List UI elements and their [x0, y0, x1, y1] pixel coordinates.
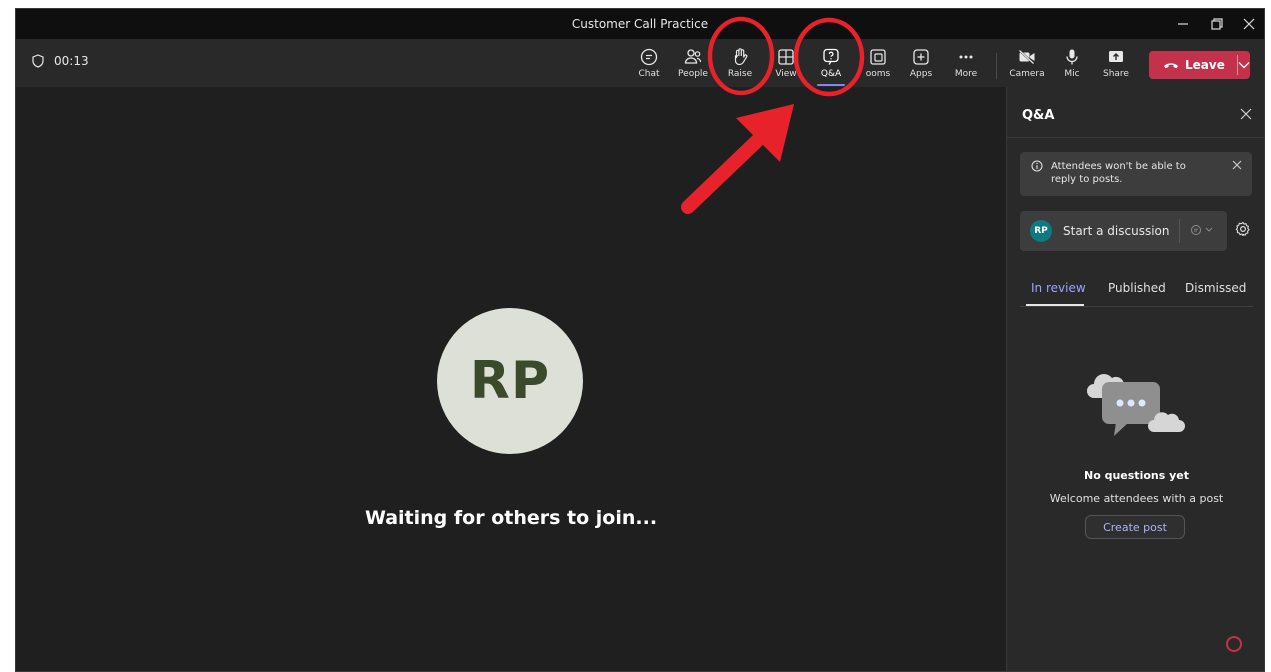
raise-hand-button[interactable]: Raise [718, 44, 762, 84]
title-bar: Customer Call Practice [16, 9, 1264, 39]
chat-button[interactable]: Chat [627, 44, 671, 84]
close-window-button[interactable] [1232, 9, 1264, 39]
apps-icon [913, 49, 929, 65]
camera-button[interactable]: Camera [1005, 44, 1049, 84]
camera-off-icon [1018, 49, 1035, 65]
qa-settings-button[interactable] [1235, 221, 1251, 241]
chat-bubble-icon [1191, 225, 1201, 235]
tabs-divider [1020, 306, 1253, 307]
rooms-label: ooms [865, 69, 891, 79]
close-panel-button[interactable] [1240, 105, 1252, 124]
leave-button[interactable]: Leave [1149, 51, 1250, 79]
tab-published[interactable]: Published [1108, 281, 1166, 295]
more-button[interactable]: More [944, 44, 988, 84]
qa-label: Q&A [820, 69, 842, 79]
minimize-icon [1178, 23, 1188, 25]
chat-icon [640, 48, 658, 66]
chat-label: Chat [638, 69, 660, 79]
close-icon [1240, 108, 1252, 120]
mic-button[interactable]: Mic [1050, 44, 1094, 84]
leave-options-button[interactable] [1238, 61, 1250, 69]
panel-title: Q&A [1022, 108, 1055, 123]
recording-indicator [1226, 636, 1242, 652]
minimize-button[interactable] [1166, 9, 1200, 39]
close-icon [1232, 160, 1242, 170]
close-icon [1243, 18, 1255, 30]
post-type-picker[interactable] [1190, 224, 1213, 236]
teams-meeting-window: Customer Call Practice 00:13 Chat People… [15, 8, 1265, 672]
restore-icon [1211, 18, 1223, 30]
meeting-toolbar: 00:13 Chat People Raise View Q&A ooms Ap… [16, 39, 1264, 87]
qa-button[interactable]: Q&A [809, 44, 853, 86]
meeting-stage: RP Waiting for others to join... [16, 87, 1006, 671]
create-post-button[interactable]: Create post [1085, 515, 1185, 539]
hang-up-icon [1164, 63, 1178, 69]
share-label: Share [1103, 69, 1129, 79]
share-button[interactable]: Share [1094, 44, 1138, 84]
empty-state-subtitle: Welcome attendees with a post [1049, 492, 1224, 505]
people-label: People [678, 69, 708, 79]
qa-panel: Q&A Attendees won't be able to reply to … [1006, 87, 1264, 671]
discussion-placeholder: Start a discussion [1063, 224, 1170, 238]
participant-avatar: RP [437, 308, 583, 454]
microphone-icon [1066, 49, 1078, 65]
people-icon [684, 49, 702, 64]
view-label: View [775, 69, 797, 79]
apps-label: Apps [909, 69, 933, 79]
hand-icon [734, 48, 748, 66]
chevron-down-icon [1205, 227, 1213, 232]
leave-label: Leave [1185, 58, 1225, 72]
selected-tab-indicator [1026, 304, 1084, 306]
view-button[interactable]: View [764, 44, 808, 84]
more-label: More [954, 69, 978, 79]
notice-text: Attendees won't be able to reply to post… [1051, 161, 1186, 185]
camera-label: Camera [1009, 69, 1045, 79]
discussion-separator [1179, 219, 1180, 243]
apps-button[interactable]: Apps [899, 44, 943, 84]
qa-icon [823, 48, 839, 65]
empty-state-title: No questions yet [1084, 469, 1189, 482]
grid-view-icon [778, 49, 794, 65]
meeting-timer: 00:13 [32, 54, 89, 68]
user-avatar: RP [1030, 220, 1052, 242]
gear-icon [1235, 221, 1250, 237]
chevron-down-icon [1238, 62, 1250, 69]
window-title: Customer Call Practice [571, 17, 709, 31]
people-button[interactable]: People [671, 44, 715, 84]
mic-label: Mic [1064, 69, 1080, 79]
rooms-button[interactable]: ooms [856, 44, 900, 84]
breakout-rooms-icon [870, 49, 886, 65]
timer-text: 00:13 [54, 54, 89, 68]
dismiss-notice-button[interactable] [1232, 160, 1242, 173]
more-icon [959, 55, 973, 59]
leave-main[interactable]: Leave [1149, 58, 1237, 72]
tab-in-review[interactable]: In review [1031, 281, 1086, 295]
waiting-message: Waiting for others to join... [364, 507, 658, 529]
info-icon [1031, 160, 1043, 172]
info-notice: Attendees won't be able to reply to post… [1020, 152, 1252, 196]
toolbar-divider [996, 53, 997, 79]
shield-icon [32, 54, 44, 68]
raise-label: Raise [727, 69, 753, 79]
empty-conversation-illustration [1087, 374, 1185, 436]
restore-button[interactable] [1200, 9, 1234, 39]
start-discussion-input[interactable]: RP Start a discussion [1020, 211, 1227, 251]
tab-dismissed[interactable]: Dismissed [1185, 281, 1246, 295]
share-screen-icon [1109, 51, 1123, 62]
panel-divider [1007, 137, 1264, 138]
